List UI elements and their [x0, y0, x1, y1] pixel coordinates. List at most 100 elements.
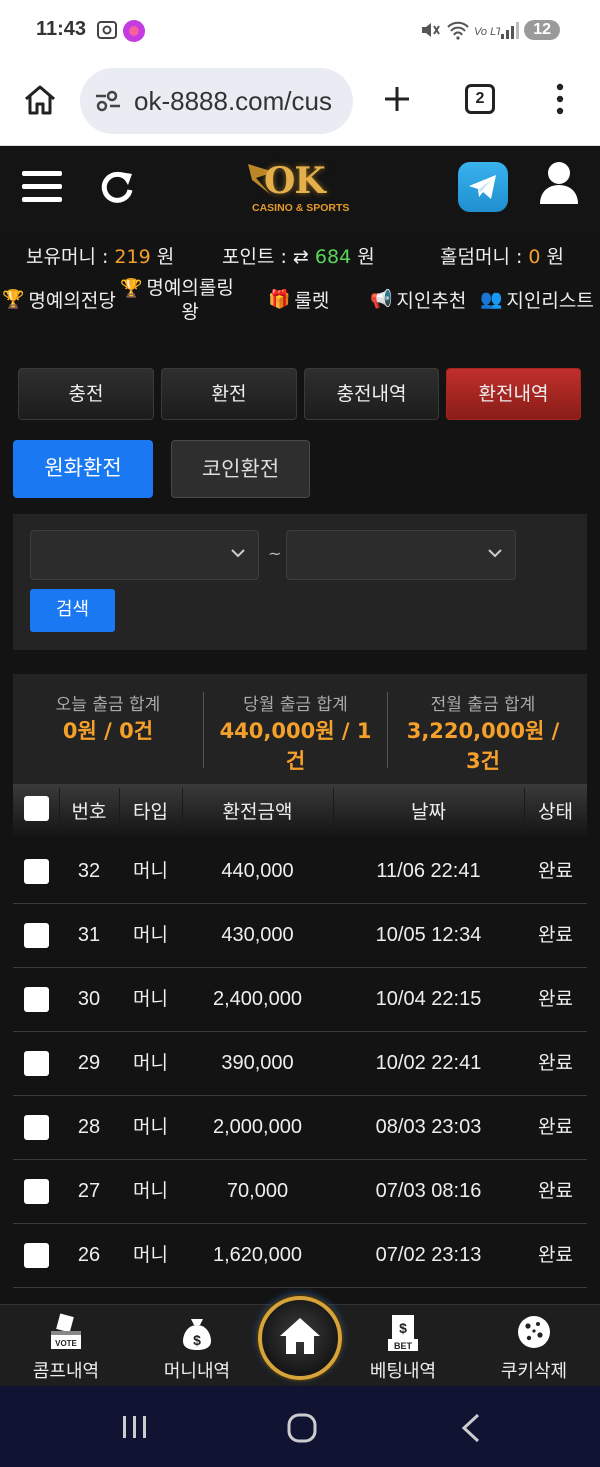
- site-logo[interactable]: OK CASINO & SPORTS: [244, 160, 356, 220]
- nav-referral-list[interactable]: 👥 지인리스트: [480, 286, 594, 313]
- row-checkbox[interactable]: [24, 1179, 49, 1204]
- holdem-money-unit: 원: [540, 246, 565, 268]
- row-checkbox[interactable]: [24, 1243, 49, 1268]
- row-status: 완료: [538, 988, 573, 1010]
- cookie-icon: [518, 1316, 550, 1348]
- row-amount: 2,000,000: [213, 1116, 302, 1138]
- row-checkbox[interactable]: [24, 859, 49, 884]
- start-date-select[interactable]: [30, 530, 259, 580]
- site-settings-icon[interactable]: [94, 90, 122, 112]
- new-tab-icon[interactable]: [382, 84, 412, 114]
- mute-icon: [422, 23, 440, 37]
- row-checkbox[interactable]: [24, 923, 49, 948]
- telegram-button[interactable]: [458, 162, 508, 212]
- withdraw-summary: 오늘 출금 합계 0원 / 0건 당월 출금 합계 440,000원 / 1건 …: [13, 674, 587, 784]
- logo-text: OK: [264, 160, 326, 202]
- summary-this-month-value: 440,000원 / 1건: [219, 719, 372, 773]
- user-profile-icon[interactable]: [538, 160, 580, 206]
- status-time: 11:43: [36, 18, 87, 40]
- row-date: 07/03 08:16: [375, 1180, 482, 1202]
- holding-money: 보유머니 : 219 원: [26, 242, 174, 269]
- header-number: 번호: [71, 801, 107, 823]
- row-checkbox[interactable]: [24, 1051, 49, 1076]
- system-home-icon[interactable]: [286, 1412, 318, 1444]
- nav-hall-of-fame[interactable]: 🏆 명예의전당: [2, 286, 116, 313]
- refresh-icon[interactable]: [98, 168, 136, 206]
- summary-this-month: 당월 출금 합계 440,000원 / 1건: [204, 674, 387, 784]
- point-balance[interactable]: 포인트 : ⇄ 684 원: [222, 242, 375, 269]
- bottom-nav-betting-history[interactable]: $ BET 베팅내역: [343, 1305, 463, 1387]
- end-date-select[interactable]: [286, 530, 516, 580]
- back-icon[interactable]: [458, 1412, 484, 1444]
- home-icon[interactable]: [22, 82, 58, 118]
- table-row: 30 머니 2,400,000 10/04 22:15 완료: [13, 968, 587, 1032]
- table-row: 31 머니 430,000 10/05 12:34 완료: [13, 904, 587, 968]
- holdem-money-value: 0: [528, 246, 541, 268]
- status-bar: 11:43 Vo LTE 12: [0, 0, 600, 62]
- subtab-coin-withdraw[interactable]: 코인환전: [171, 440, 310, 498]
- row-type: 머니: [133, 1180, 168, 1202]
- url-text: ok-8888.com/cus: [134, 86, 332, 116]
- tab-withdraw[interactable]: 환전: [161, 368, 297, 420]
- table-row: 29 머니 390,000 10/02 22:41 완료: [13, 1032, 587, 1096]
- tab-switcher-button[interactable]: 2: [465, 84, 495, 114]
- row-number: 28: [77, 1116, 101, 1138]
- balance-bar: 보유머니 : 219 원 포인트 : ⇄ 684 원 홀덤머니 : 0 원: [0, 234, 600, 274]
- holdem-money-label: 홀덤머니 :: [440, 246, 529, 268]
- row-number: 32: [77, 860, 101, 882]
- home-button[interactable]: [258, 1296, 342, 1380]
- search-button[interactable]: 검색: [30, 589, 115, 632]
- select-all-checkbox[interactable]: [24, 796, 49, 821]
- nav-rolling-king[interactable]: 🏆 명예의롤링 왕: [120, 276, 234, 324]
- nav-rolling-king-label: 명예의롤링 왕: [146, 276, 233, 324]
- row-checkbox[interactable]: [24, 987, 49, 1012]
- subtab-krw-withdraw[interactable]: 원화환전: [13, 440, 153, 498]
- nav-referral[interactable]: 📢 지인추천: [370, 286, 466, 313]
- header-type: 타입: [133, 801, 168, 823]
- row-type: 머니: [133, 988, 168, 1010]
- row-status: 완료: [538, 1116, 573, 1138]
- svg-text:$: $: [193, 1332, 201, 1348]
- row-type: 머니: [133, 1052, 168, 1074]
- date-range-separator: ~: [268, 544, 282, 563]
- header-date: 날짜: [411, 801, 446, 823]
- tab-withdraw-history[interactable]: 환전내역: [446, 368, 581, 420]
- recent-apps-icon[interactable]: [120, 1414, 150, 1440]
- hamburger-menu-icon[interactable]: [22, 170, 62, 204]
- more-menu-icon[interactable]: [550, 82, 570, 116]
- tab-deposit[interactable]: 충전: [18, 368, 154, 420]
- row-amount: 2,400,000: [213, 988, 302, 1010]
- bottom-nav-comp-history-label: 콤프내역: [32, 1361, 100, 1382]
- row-amount: 430,000: [221, 924, 294, 946]
- summary-this-month-label: 당월 출금 합계: [243, 695, 348, 715]
- row-checkbox[interactable]: [24, 1115, 49, 1140]
- tab-deposit-history[interactable]: 충전내역: [304, 368, 439, 420]
- wifi-icon: [447, 21, 469, 40]
- bottom-nav-comp-history[interactable]: VOTE 콤프내역: [6, 1305, 126, 1387]
- trophy-icon: 🏆: [2, 289, 25, 310]
- summary-last-month: 전월 출금 합계 3,220,000원 / 3건: [388, 674, 578, 784]
- holding-money-label: 보유머니 :: [26, 246, 115, 268]
- header-amount: 환전금액: [222, 801, 293, 823]
- row-status: 완료: [538, 924, 573, 946]
- summary-today-value: 0원 / 0건: [62, 719, 154, 743]
- address-bar[interactable]: ok-8888.com/cus: [80, 68, 353, 134]
- row-date: 10/02 22:41: [375, 1052, 482, 1074]
- point-unit: 원: [351, 246, 375, 268]
- nav-rolling-king-line1: 명예의롤링: [146, 277, 234, 299]
- bet-slip-icon: $ BET: [388, 1315, 418, 1351]
- holding-money-value: 219: [114, 246, 151, 268]
- megaphone-icon: 📢: [370, 289, 393, 310]
- bottom-nav-clear-cookies[interactable]: 쿠키삭제: [474, 1305, 594, 1387]
- row-amount: 440,000: [221, 860, 294, 882]
- bottom-nav-betting-history-label: 베팅내역: [369, 1361, 437, 1382]
- bottom-nav-money-history[interactable]: $ 머니내역: [137, 1305, 257, 1387]
- table-row: 27 머니 70,000 07/03 08:16 완료: [13, 1160, 587, 1224]
- bottom-nav-clear-cookies-label: 쿠키삭제: [500, 1361, 568, 1382]
- nav-roulette[interactable]: 🎁 룰렛: [268, 286, 329, 313]
- svg-text:BET: BET: [394, 1341, 413, 1351]
- row-date: 10/04 22:15: [375, 988, 482, 1010]
- row-number: 29: [77, 1052, 101, 1074]
- row-number: 30: [77, 988, 101, 1010]
- holding-money-unit: 원: [150, 246, 175, 268]
